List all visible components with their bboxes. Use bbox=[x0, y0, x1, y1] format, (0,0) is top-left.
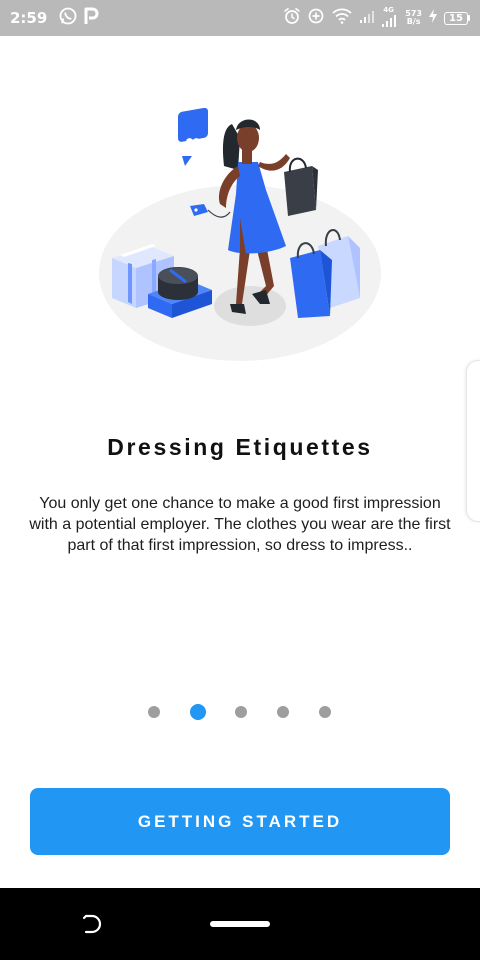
page-title: Dressing Etiquettes bbox=[107, 434, 373, 460]
network-speed: 573 B/s bbox=[405, 10, 422, 26]
heart-bubble-icon bbox=[178, 107, 208, 166]
shopping-bag-dark bbox=[284, 157, 318, 216]
wifi-icon bbox=[331, 7, 353, 30]
page-dot[interactable] bbox=[235, 706, 247, 718]
page-dot-active[interactable] bbox=[190, 704, 206, 720]
getting-started-button[interactable]: GETTING STARTED bbox=[30, 788, 450, 855]
data-saver-icon bbox=[307, 7, 325, 30]
whatsapp-icon bbox=[59, 7, 77, 30]
signal-icon bbox=[359, 7, 375, 30]
onboarding-screen: 2:59 4G 573 B/s 15 Dressing Etiquettes Y… bbox=[0, 0, 480, 960]
battery-icon: 15 bbox=[444, 11, 470, 25]
status-bar: 2:59 4G 573 B/s 15 bbox=[0, 0, 480, 36]
page-description: You only get one chance to make a good f… bbox=[29, 495, 451, 554]
back-gesture-icon[interactable] bbox=[80, 912, 104, 936]
home-pill-icon[interactable] bbox=[210, 921, 270, 927]
net-speed-unit: B/s bbox=[406, 17, 421, 26]
charging-icon bbox=[428, 8, 438, 29]
page-dot[interactable] bbox=[319, 706, 331, 718]
page-indicator bbox=[0, 702, 480, 720]
battery-level: 15 bbox=[444, 11, 468, 25]
page-dot[interactable] bbox=[148, 706, 160, 718]
shadow-ellipse bbox=[214, 286, 286, 326]
woman-shopping-illustration bbox=[90, 107, 390, 368]
signal-4g-icon: 4G bbox=[381, 6, 399, 29]
status-left-icons bbox=[59, 7, 99, 30]
status-time: 2:59 bbox=[10, 9, 48, 27]
page-dot[interactable] bbox=[277, 706, 289, 718]
status-right-icons: 4G 573 B/s 15 bbox=[283, 6, 470, 30]
alarm-icon bbox=[283, 7, 301, 30]
battery-tip bbox=[468, 15, 470, 21]
system-nav-bar bbox=[0, 888, 480, 960]
p-app-icon bbox=[83, 7, 99, 30]
